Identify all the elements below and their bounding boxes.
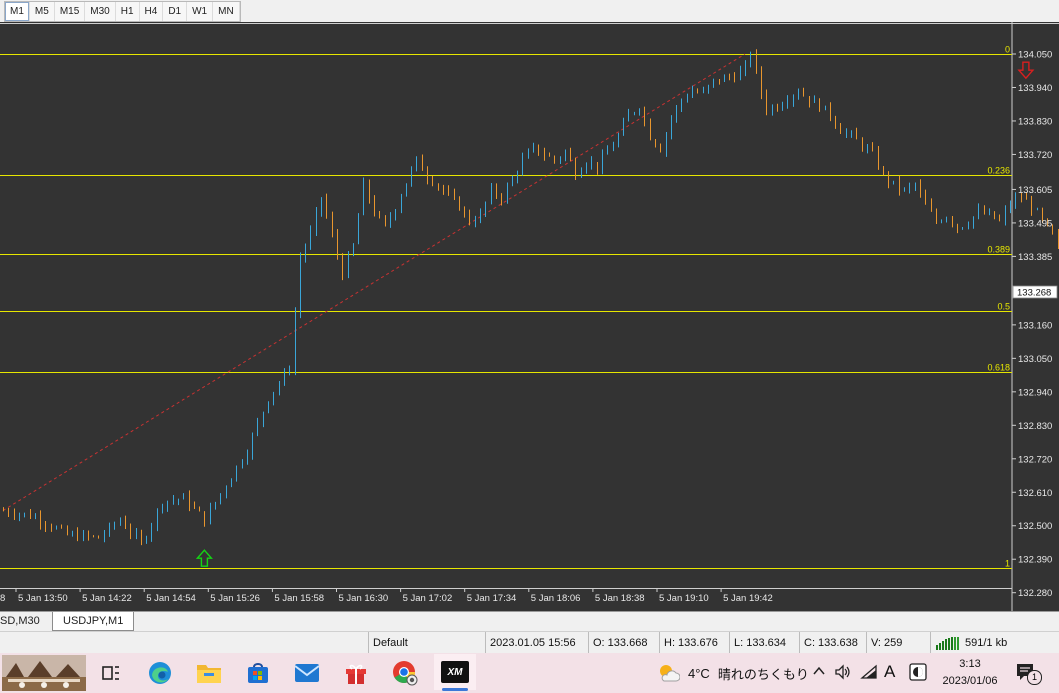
- price-label: 133.495: [1018, 218, 1052, 229]
- meet-now-icon[interactable]: [909, 663, 927, 684]
- timeframe-h1[interactable]: H1: [116, 2, 140, 21]
- price-label: 133.940: [1018, 83, 1052, 94]
- notification-count: 1: [1027, 670, 1042, 685]
- status-profile: Default: [368, 632, 485, 654]
- chevron-up-icon[interactable]: [812, 664, 826, 681]
- price-chart[interactable]: 0 0.236 0.389 0.5 0.618 1 134.050 133.940 133.8…: [0, 22, 1059, 611]
- fib-label: 0.389: [987, 245, 1010, 255]
- time-label: 5 Jan 19:42: [723, 593, 773, 604]
- chart-tab-sd-m30[interactable]: SD,M30: [0, 612, 48, 630]
- timeframe-m30[interactable]: M30: [85, 2, 116, 21]
- status-datetime: 2023.01.05 15:56: [485, 632, 590, 654]
- time-label: 5 Jan 17:34: [467, 593, 517, 604]
- edge-icon[interactable]: [144, 657, 176, 689]
- file-explorer-icon[interactable]: [193, 657, 225, 689]
- partly-cloudy-icon: [660, 665, 680, 682]
- fib-label: 1: [1005, 559, 1010, 569]
- weather-widget[interactable]: 4°C 晴れのちくもり: [658, 653, 809, 693]
- clock-time: 3:13: [959, 658, 981, 670]
- time-label: 5 Jan 14:22: [82, 593, 132, 604]
- price-label: 132.500: [1018, 521, 1052, 532]
- task-view-icon[interactable]: [95, 657, 127, 689]
- timeframe-buttons: M1 M5 M15 M30 H1 H4 D1 W1 MN: [4, 1, 241, 22]
- time-label: 5 Jan 15:58: [274, 593, 324, 604]
- weather-temp: 4°C: [688, 665, 710, 681]
- timeframe-toolbar: M1 M5 M15 M30 H1 H4 D1 W1 MN: [0, 0, 1059, 23]
- gift-icon[interactable]: [340, 657, 372, 689]
- time-label: 5 Jan 18:38: [595, 593, 645, 604]
- price-label: 132.940: [1018, 387, 1052, 398]
- chrome-icon[interactable]: [389, 657, 421, 689]
- time-label: 5 Jan 13:50: [18, 593, 68, 604]
- fib-label: 0.5: [997, 302, 1010, 312]
- chibi-landscape-icon[interactable]: [2, 655, 86, 691]
- time-label: 5 Jan 17:02: [403, 593, 453, 604]
- status-bar: Default 2023.01.05 15:56 O: 133.668 H: 1…: [0, 631, 1059, 654]
- time-label: 5 Jan 19:10: [659, 593, 709, 604]
- candlestick-chart[interactable]: 0 0.236 0.389 0.5 0.618 1 134.050 133.940 133.8…: [0, 22, 1059, 611]
- xm-icon[interactable]: XM: [434, 654, 476, 691]
- status-close: C: 133.638: [799, 632, 866, 654]
- store-icon[interactable]: [242, 657, 274, 689]
- price-label: 132.830: [1018, 421, 1052, 432]
- speaker-icon[interactable]: [834, 664, 852, 683]
- plot-area: [0, 22, 1012, 611]
- current-price-label: 133.268: [1017, 288, 1051, 299]
- clock-date: 2023/01/06: [942, 675, 998, 687]
- timeframe-m15[interactable]: M15: [55, 2, 86, 21]
- price-axis[interactable]: 134.050 133.940 133.830 133.720 133.605 133.4…: [1012, 50, 1058, 600]
- time-label-partial: 8: [0, 593, 5, 604]
- status-low: L: 133.634: [729, 632, 799, 654]
- timeframe-w1[interactable]: W1: [187, 2, 214, 21]
- wifi-icon[interactable]: [860, 664, 878, 683]
- price-label: 132.390: [1018, 555, 1052, 566]
- fib-label: 0.618: [987, 363, 1010, 373]
- time-label: 5 Jan 18:06: [531, 593, 581, 604]
- price-label: 133.050: [1018, 354, 1052, 365]
- status-high: H: 133.676: [659, 632, 729, 654]
- taskbar-clock[interactable]: 3:13 2023/01/06: [936, 656, 1004, 690]
- status-open: O: 133.668: [588, 632, 658, 654]
- chart-tab-usdjpy-m1[interactable]: USDJPY,M1: [52, 612, 135, 631]
- weather-text: 晴れのちくもり: [717, 666, 809, 682]
- notification-icon[interactable]: 1: [1014, 662, 1042, 685]
- time-label: 5 Jan 15:26: [210, 593, 260, 604]
- price-label: 133.160: [1018, 320, 1052, 331]
- price-label: 132.280: [1018, 588, 1052, 599]
- connection-bars-icon: [936, 637, 959, 650]
- fib-label: 0.236: [987, 166, 1010, 176]
- time-label: 5 Jan 14:54: [146, 593, 196, 604]
- time-label: 5 Jan 16:30: [339, 593, 389, 604]
- price-label: 132.720: [1018, 454, 1052, 465]
- active-app-indicator: [442, 688, 468, 691]
- price-label: 133.605: [1018, 185, 1052, 196]
- mail-icon[interactable]: [291, 657, 323, 689]
- xm-logo: XM: [441, 661, 469, 683]
- fib-label: 0: [1005, 45, 1010, 55]
- price-label: 133.385: [1018, 252, 1052, 263]
- price-label: 132.610: [1018, 488, 1052, 499]
- price-label: 133.830: [1018, 116, 1052, 127]
- timeframe-mn[interactable]: MN: [213, 2, 240, 21]
- timeframe-d1[interactable]: D1: [163, 2, 188, 21]
- taskbar: XM 4°C 晴れのちくもり A 3:13 2023/01/06 1: [0, 653, 1059, 693]
- timeframe-m1[interactable]: M1: [5, 2, 30, 21]
- ime-indicator[interactable]: A: [884, 662, 895, 682]
- chart-tab-bar: SD,M30 USDJPY,M1: [0, 611, 1059, 632]
- timeframe-m5[interactable]: M5: [30, 2, 55, 21]
- price-label: 133.720: [1018, 150, 1052, 161]
- timeframe-h4[interactable]: H4: [140, 2, 164, 21]
- down-arrow-icon: [1017, 61, 1035, 80]
- status-volume: V: 259: [866, 632, 931, 654]
- price-label: 134.050: [1018, 50, 1052, 61]
